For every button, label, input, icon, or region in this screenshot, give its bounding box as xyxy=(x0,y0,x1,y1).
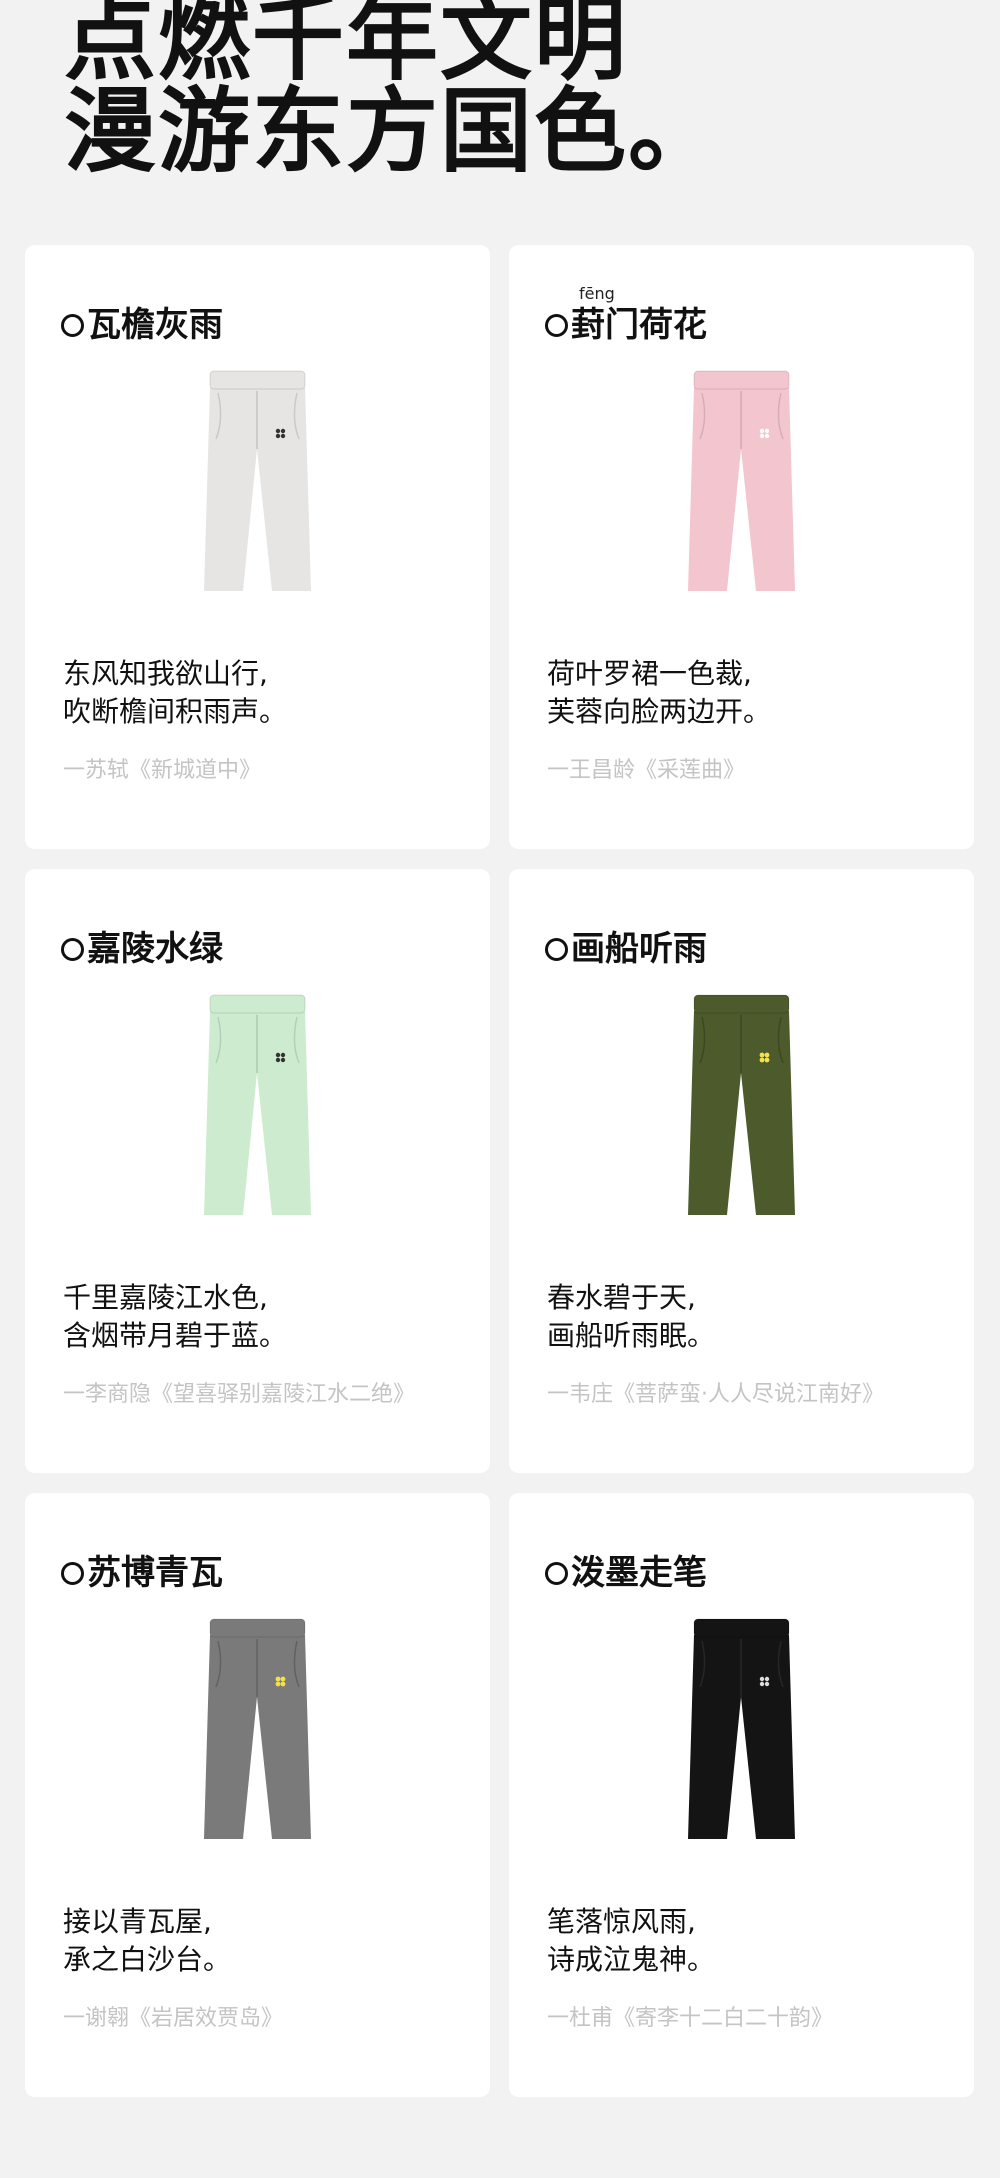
circle-icon xyxy=(545,937,568,961)
product-card-olive[interactable]: 画船听雨 春水碧于天, 画船听雨眠。 一韦庄《菩萨蛮·人人尽说江南好》 xyxy=(509,869,974,1473)
poem: 春水碧于天, 画船听雨眠。 xyxy=(547,1279,715,1355)
pants-image[interactable] xyxy=(684,993,799,1218)
poem: 荷叶罗裙一色裁, 芙蓉向脸两边开。 xyxy=(547,655,771,731)
circle-icon xyxy=(61,313,84,337)
poem-source: 一韦庄《菩萨蛮·人人尽说江南好》 xyxy=(547,1382,884,1407)
poem-line-1: 春水碧于天, xyxy=(547,1281,696,1314)
card-title-text: 葑门荷花 xyxy=(571,305,707,345)
card-title: 嘉陵水绿 xyxy=(61,929,223,969)
poem-source: 一苏轼《新城道中》 xyxy=(63,758,262,783)
card-title-text: 嘉陵水绿 xyxy=(87,929,223,969)
card-title-text: 苏博青瓦 xyxy=(87,1553,223,1593)
circle-icon xyxy=(61,1561,84,1585)
pants-image[interactable] xyxy=(200,993,315,1218)
poem-line-2: 画船听雨眠。 xyxy=(547,1319,716,1352)
poem-source: 一王昌龄《采莲曲》 xyxy=(547,758,746,783)
poem-source: 一谢翱《岩居效贾岛》 xyxy=(63,2006,284,2031)
card-title: 葑门荷花 xyxy=(545,305,707,345)
poem-line-1: 笔落惊风雨, xyxy=(547,1905,696,1938)
card-title: 苏博青瓦 xyxy=(61,1553,223,1593)
poem: 接以青瓦屋, 承之白沙台。 xyxy=(63,1903,231,1979)
card-title: 瓦檐灰雨 xyxy=(61,305,223,345)
pinyin-annotation: fēng xyxy=(579,284,615,303)
card-title: 画船听雨 xyxy=(545,929,707,969)
pants-image[interactable] xyxy=(684,1617,799,1842)
poem-line-1: 东风知我欲山行, xyxy=(63,657,268,690)
poem-line-1: 荷叶罗裙一色裁, xyxy=(547,657,752,690)
pants-image[interactable] xyxy=(200,1617,315,1842)
card-title-text: 泼墨走笔 xyxy=(571,1553,707,1593)
card-title-text: 瓦檐灰雨 xyxy=(87,305,223,345)
poem-source: 一李商隐《望喜驿别嘉陵江水二绝》 xyxy=(63,1382,416,1407)
poem-line-2: 含烟带月碧于蓝。 xyxy=(63,1319,288,1352)
circle-icon xyxy=(545,1561,568,1585)
poem-line-2: 承之白沙台。 xyxy=(63,1943,232,1976)
poem-line-1: 千里嘉陵江水色, xyxy=(63,1281,268,1314)
poem-line-2: 芙蓉向脸两边开。 xyxy=(547,695,772,728)
pants-image[interactable] xyxy=(684,369,799,594)
poem-line-2: 吹断檐间积雨声。 xyxy=(63,695,288,728)
circle-icon xyxy=(545,313,568,337)
product-card-gray[interactable]: 瓦檐灰雨 东风知我欲山行, 吹断檐间积雨声。 一苏轼《新城道中》 xyxy=(25,245,490,849)
circle-icon xyxy=(61,937,84,961)
headline-line-1: 点燃千年文明 xyxy=(64,0,629,93)
product-card-green[interactable]: 嘉陵水绿 千里嘉陵江水色, 含烟带月碧于蓝。 一李商隐《望喜驿别嘉陵江水二绝》 xyxy=(25,869,490,1473)
product-card-pink[interactable]: fēng 葑门荷花 荷叶罗裙一色裁, 芙蓉向脸两边开。 一王昌龄《采莲曲》 xyxy=(509,245,974,849)
card-title-text: 画船听雨 xyxy=(571,929,707,969)
poem: 东风知我欲山行, 吹断檐间积雨声。 xyxy=(63,655,287,731)
poem-source: 一杜甫《寄李十二白二十韵》 xyxy=(547,2006,834,2031)
product-card-slate[interactable]: 苏博青瓦 接以青瓦屋, 承之白沙台。 一谢翱《岩居效贾岛》 xyxy=(25,1493,490,2097)
poem-line-2: 诗成泣鬼神。 xyxy=(547,1943,716,1976)
headline: 点燃千年文明 漫游东方国色。 xyxy=(64,0,722,178)
poem: 笔落惊风雨, 诗成泣鬼神。 xyxy=(547,1903,715,1979)
pants-image[interactable] xyxy=(200,369,315,594)
poem: 千里嘉陵江水色, 含烟带月碧于蓝。 xyxy=(63,1279,287,1355)
card-title: 泼墨走笔 xyxy=(545,1553,707,1593)
headline-line-2: 漫游东方国色。 xyxy=(64,78,723,185)
product-card-black[interactable]: 泼墨走笔 笔落惊风雨, 诗成泣鬼神。 一杜甫《寄李十二白二十韵》 xyxy=(509,1493,974,2097)
poem-line-1: 接以青瓦屋, xyxy=(63,1905,212,1938)
